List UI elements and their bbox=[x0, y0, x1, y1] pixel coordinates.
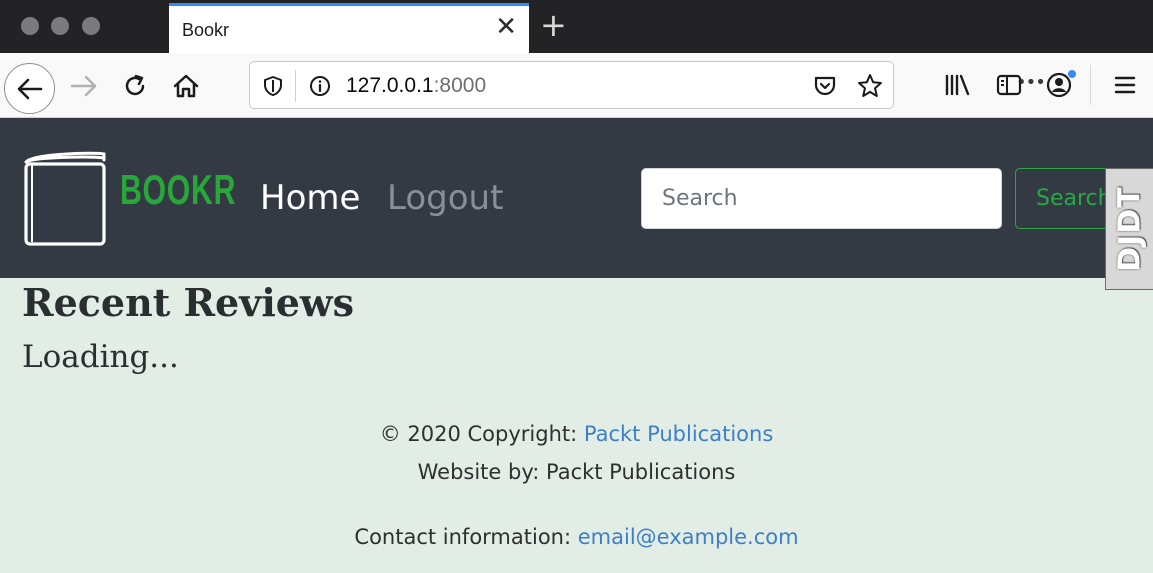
bookmark-button[interactable] bbox=[856, 72, 884, 100]
forward-arrow-icon bbox=[70, 75, 97, 97]
tab-close-icon[interactable]: ✕ bbox=[495, 12, 517, 42]
search-input[interactable] bbox=[641, 168, 1002, 229]
sidebar-button[interactable] bbox=[995, 73, 1023, 97]
new-tab-icon[interactable]: + bbox=[540, 8, 567, 42]
window-close-dot[interactable] bbox=[21, 17, 39, 35]
site-navbar: BOOKR Home Logout Search bbox=[0, 118, 1153, 278]
browser-tab[interactable]: Bookr ✕ bbox=[169, 3, 529, 53]
url-host: 127.0.0.1 bbox=[346, 74, 434, 97]
browser-toolbar: 127.0.0.1:8000 ••• bbox=[0, 53, 1153, 118]
copyright-text: © 2020 Copyright: bbox=[379, 422, 584, 446]
publisher-link[interactable]: Packt Publications bbox=[584, 422, 773, 446]
footer-contact: Contact information: email@example.com bbox=[0, 525, 1153, 549]
djdt-label: DJDT bbox=[1112, 186, 1147, 272]
window-zoom-dot[interactable] bbox=[82, 17, 100, 35]
django-debug-toolbar-handle[interactable]: DJDT bbox=[1105, 168, 1153, 290]
book-logo-icon bbox=[24, 151, 106, 246]
back-button[interactable] bbox=[4, 63, 55, 114]
info-icon bbox=[310, 76, 330, 96]
footer-copyright: © 2020 Copyright: Packt Publications bbox=[0, 422, 1153, 446]
toolbar-divider bbox=[1090, 65, 1091, 105]
pocket-button[interactable] bbox=[812, 74, 838, 98]
window-minimize-dot[interactable] bbox=[51, 17, 69, 35]
library-button[interactable] bbox=[944, 73, 972, 97]
sidebar-icon bbox=[996, 74, 1022, 96]
reload-button[interactable] bbox=[122, 73, 148, 99]
back-arrow-icon bbox=[17, 78, 42, 99]
address-bar-divider bbox=[295, 70, 296, 102]
nav-home-link[interactable]: Home bbox=[260, 177, 360, 219]
contact-label: Contact information: bbox=[354, 525, 578, 549]
pocket-icon bbox=[814, 76, 836, 96]
account-button[interactable] bbox=[1045, 69, 1079, 99]
brand-logo[interactable]: BOOKR bbox=[120, 166, 236, 214]
site-info-button[interactable] bbox=[308, 74, 332, 98]
forward-button[interactable] bbox=[70, 75, 98, 97]
address-bar[interactable]: 127.0.0.1:8000 ••• bbox=[249, 61, 1046, 109]
hamburger-menu-icon bbox=[1114, 76, 1136, 94]
tab-title: Bookr bbox=[182, 20, 230, 40]
library-icon bbox=[945, 74, 970, 96]
star-icon bbox=[858, 74, 882, 97]
app-menu-button[interactable] bbox=[1113, 75, 1137, 95]
shield-icon bbox=[264, 76, 282, 96]
footer-website-by: Website by: Packt Publications bbox=[417, 460, 736, 484]
account-icon bbox=[1046, 70, 1076, 98]
home-icon bbox=[173, 74, 199, 98]
tracking-protection-button[interactable] bbox=[262, 74, 284, 98]
nav-logout-link[interactable]: Logout bbox=[387, 177, 503, 219]
url-text[interactable]: 127.0.0.1:8000 bbox=[346, 74, 486, 98]
page-title: Recent Reviews bbox=[22, 280, 355, 325]
url-port: :8000 bbox=[433, 74, 487, 97]
contact-email-link[interactable]: email@example.com bbox=[578, 525, 799, 549]
loading-status: Loading... bbox=[22, 339, 179, 375]
home-button[interactable] bbox=[172, 72, 200, 100]
reload-icon bbox=[125, 74, 145, 96]
browser-title-bar: Bookr ✕ + bbox=[0, 0, 1153, 53]
